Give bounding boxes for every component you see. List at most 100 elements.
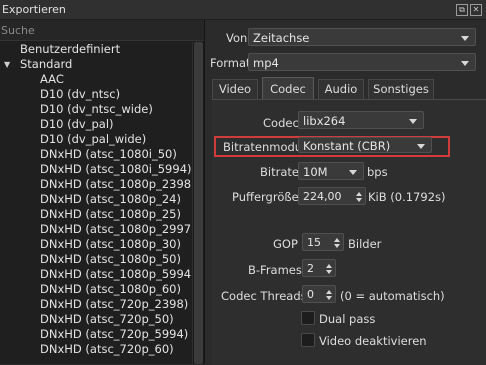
tab-other[interactable]: Sonstiges <box>368 79 434 99</box>
from-dropdown[interactable]: Zeitachse <box>248 28 476 46</box>
tree-item[interactable]: DNxHD (atsc_1080p_60) <box>0 282 193 297</box>
format-label: Format <box>210 56 251 70</box>
chevron-down-icon <box>461 61 469 66</box>
threads-spinbox[interactable]: 0 <box>302 285 336 303</box>
preset-tree: Benutzerdefiniert ▼ Standard AAC D10 (dv… <box>0 42 196 357</box>
search-input[interactable] <box>0 22 201 38</box>
close-icon[interactable]: ✕ <box>470 4 482 16</box>
rate-mode-value: Konstant (CBR) <box>303 139 391 153</box>
tree-item-label: D10 (dv_pal) <box>40 117 114 131</box>
tree-item[interactable]: D10 (dv_ntsc) <box>0 87 193 102</box>
spin-up-icon[interactable] <box>334 238 340 242</box>
bitrate-label: Bitrate <box>260 165 299 179</box>
disable-video-checkbox[interactable] <box>301 333 315 347</box>
tree-item-label: DNxHD (atsc_1080p_60) <box>40 282 181 296</box>
tree-item[interactable]: DNxHD (atsc_720p_50) <box>0 312 193 327</box>
tree-item-label: DNxHD (atsc_1080p_25) <box>40 207 181 221</box>
dual-pass-label: Dual pass <box>319 312 376 326</box>
scrollbar-thumb[interactable] <box>194 42 203 364</box>
tab-label: Sonstiges <box>373 82 429 96</box>
tree-item[interactable]: DNxHD (atsc_1080i_5994) <box>0 162 193 177</box>
rate-mode-dropdown[interactable]: Konstant (CBR) <box>298 137 432 153</box>
chevron-down-icon <box>461 36 469 41</box>
format-dropdown[interactable]: mp4 <box>248 53 476 71</box>
tree-item[interactable]: D10 (dv_pal) <box>0 117 193 132</box>
codec-value: libx264 <box>303 114 346 128</box>
tree-item-label: DNxHD (atsc_720p_2398) <box>40 297 189 311</box>
tree-item[interactable]: DNxHD (atsc_720p_2398) <box>0 297 193 312</box>
from-label: Von <box>226 31 248 45</box>
tree-item-label: DNxHD (atsc_1080p_5994) <box>40 267 196 281</box>
spin-up-icon[interactable] <box>356 192 362 196</box>
spin-up-icon[interactable] <box>326 264 332 268</box>
presets-panel: Benutzerdefiniert ▼ Standard AAC D10 (dv… <box>0 20 205 364</box>
tree-item-label: DNxHD (atsc_1080p_2398) <box>40 177 196 191</box>
tree-item-label: D10 (dv_ntsc_wide) <box>40 102 153 116</box>
tree-item[interactable]: DNxHD (atsc_720p_60) <box>0 342 193 357</box>
tree-item-label: DNxHD (atsc_1080p_24) <box>40 192 181 206</box>
codec-label: Codec <box>263 116 299 130</box>
tree-item-label: D10 (dv_ntsc) <box>40 87 121 101</box>
tree-item[interactable]: DNxHD (atsc_1080p_30) <box>0 237 193 252</box>
buffer-unit: KiB (0.1792s) <box>368 190 446 204</box>
bitrate-combo[interactable]: 10M <box>298 162 364 180</box>
spin-down-icon[interactable] <box>356 198 362 202</box>
collapse-arrow-icon[interactable]: ▼ <box>4 57 10 72</box>
dual-pass-checkbox[interactable] <box>301 311 315 325</box>
gop-label: GOP <box>273 237 298 251</box>
tree-item-label: DNxHD (atsc_720p_5994) <box>40 327 189 341</box>
from-value: Zeitachse <box>253 31 310 45</box>
bframes-value: 2 <box>307 262 314 275</box>
tree-item[interactable]: DNxHD (atsc_1080p_25) <box>0 207 193 222</box>
tree-item-label: DNxHD (atsc_720p_50) <box>40 312 174 326</box>
disable-video-label: Video deaktivieren <box>319 334 427 348</box>
tree-item-label: DNxHD (atsc_1080p_50) <box>40 252 181 266</box>
tree-item-label: DNxHD (atsc_1080i_50) <box>40 147 177 161</box>
group-label: Standard <box>20 57 73 71</box>
tab-codec[interactable]: Codec <box>262 77 314 100</box>
tree-group-custom[interactable]: Benutzerdefiniert <box>0 42 193 57</box>
gop-spinbox[interactable]: 15 <box>302 233 344 251</box>
gop-unit: Bilder <box>348 237 382 251</box>
tree-item[interactable]: DNxHD (atsc_1080p_2398) <box>0 177 196 192</box>
gop-value: 15 <box>307 236 321 249</box>
spin-down-icon[interactable] <box>334 244 340 248</box>
tree-item[interactable]: DNxHD (atsc_1080i_50) <box>0 147 193 162</box>
tab-label: Audio <box>324 82 358 96</box>
tree-item[interactable]: DNxHD (atsc_1080p_5994) <box>0 267 196 282</box>
format-value: mp4 <box>253 56 279 70</box>
buffer-spinbox[interactable]: 224,00 <box>298 187 366 205</box>
tree-item[interactable]: AAC <box>0 72 193 87</box>
tree-item[interactable]: DNxHD (atsc_1080p_2997) <box>0 222 196 237</box>
chevron-down-icon <box>349 170 357 175</box>
search-bar <box>0 20 204 41</box>
tree-scrollbar[interactable] <box>192 42 204 364</box>
tree-item-label: AAC <box>40 72 64 86</box>
tab-label: Codec <box>270 82 306 96</box>
rate-mode-label: Bitratenmodus <box>223 140 309 154</box>
float-icon[interactable]: ⧉ <box>456 4 468 16</box>
tab-label: Video <box>218 82 252 96</box>
tree-item[interactable]: DNxHD (atsc_1080p_50) <box>0 252 193 267</box>
spin-up-icon[interactable] <box>326 290 332 294</box>
tree-item[interactable]: DNxHD (atsc_720p_5994) <box>0 327 193 342</box>
spin-down-icon[interactable] <box>326 296 332 300</box>
chevron-down-icon <box>409 119 417 124</box>
tab-audio[interactable]: Audio <box>318 79 364 99</box>
tab-video[interactable]: Video <box>212 79 258 99</box>
tree-group-standard[interactable]: ▼ Standard <box>0 57 193 72</box>
window-title: Exportieren <box>2 3 66 16</box>
group-label: Benutzerdefiniert <box>20 42 121 56</box>
bitrate-unit: bps <box>367 165 388 179</box>
bframes-spinbox[interactable]: 2 <box>302 259 336 277</box>
chevron-down-icon <box>417 144 425 149</box>
tree-item-label: DNxHD (atsc_1080p_30) <box>40 237 181 251</box>
window-titlebar: Exportieren ⧉ ✕ <box>0 0 486 20</box>
tree-item[interactable]: D10 (dv_pal_wide) <box>0 132 193 147</box>
codec-dropdown[interactable]: libx264 <box>298 111 424 129</box>
spin-down-icon[interactable] <box>326 270 332 274</box>
tree-item[interactable]: D10 (dv_ntsc_wide) <box>0 102 193 117</box>
tree-item-label: DNxHD (atsc_720p_60) <box>40 342 174 356</box>
tree-item-label: D10 (dv_pal_wide) <box>40 132 147 146</box>
tree-item[interactable]: DNxHD (atsc_1080p_24) <box>0 192 193 207</box>
